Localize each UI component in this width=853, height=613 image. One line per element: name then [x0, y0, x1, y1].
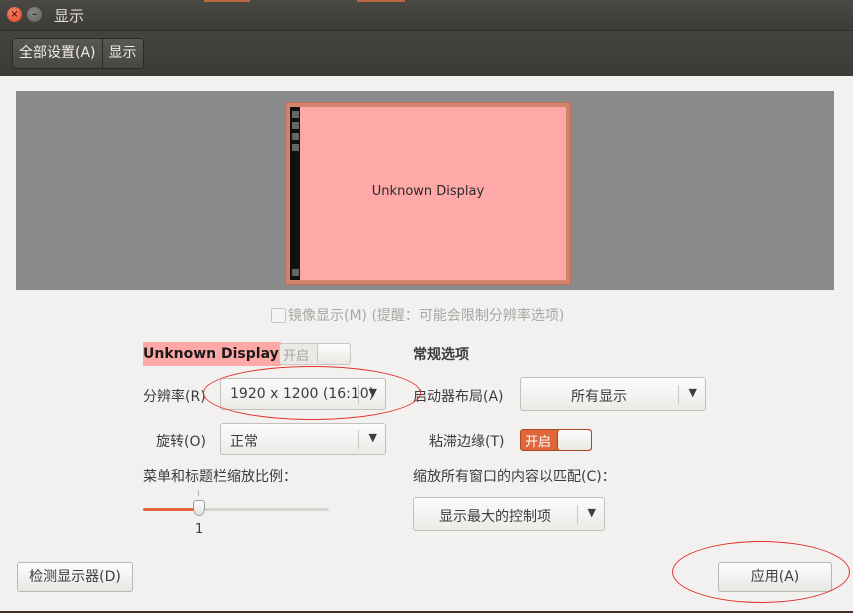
- display-arrangement-area: Unknown Display: [16, 91, 834, 290]
- scale-slider-handle[interactable]: [192, 500, 205, 516]
- launcher-placement-value: 所有显示: [571, 389, 627, 405]
- combo-separator: [358, 430, 359, 449]
- chevron-down-icon: ▼: [368, 386, 377, 399]
- display-settings-window: × – 显示 全部设置(A) 显示 Unknown Display 镜像显示(M…: [0, 0, 853, 613]
- switch-knob: [317, 344, 350, 364]
- titlebar-accent: [204, 0, 250, 2]
- window-title: 显示: [54, 7, 85, 25]
- scale-all-windows-value: 显示最大的控制项: [439, 509, 551, 525]
- display-power-switch-label: 开启: [283, 349, 310, 364]
- scale-slider[interactable]: [143, 508, 329, 511]
- resolution-value: 1920 x 1200 (16:10): [230, 386, 375, 402]
- launcher-placement-label: 启动器布局(A): [413, 389, 504, 405]
- resolution-label: 分辨率(R): [143, 389, 206, 405]
- launcher-icon: [292, 122, 299, 129]
- scale-slider-fill: [143, 508, 199, 511]
- launcher-icon: [292, 269, 299, 276]
- mirror-displays-option[interactable]: 镜像显示(M) (提醒：可能会限制分辨率选项): [271, 305, 564, 325]
- resolution-select[interactable]: 1920 x 1200 (16:10) ▼: [220, 378, 386, 410]
- mirror-checkbox[interactable]: [271, 307, 286, 323]
- breadcrumb-display[interactable]: 显示: [101, 39, 143, 68]
- detect-displays-button[interactable]: 检测显示器(D): [17, 562, 133, 592]
- breadcrumb: 全部设置(A) 显示: [12, 38, 144, 69]
- scale-label: 菜单和标题栏缩放比例：: [143, 469, 297, 485]
- chevron-down-icon: ▼: [688, 386, 697, 399]
- close-icon[interactable]: ×: [7, 7, 22, 22]
- rotation-label: 旋转(O): [156, 434, 206, 450]
- sticky-edges-switch-label: 开启: [525, 435, 552, 450]
- title-bar: × – 显示: [0, 0, 853, 31]
- rotation-select[interactable]: 正常 ▼: [220, 423, 386, 455]
- minimize-icon[interactable]: –: [27, 7, 42, 22]
- apply-button[interactable]: 应用(A): [718, 562, 832, 592]
- display-power-switch[interactable]: 开启: [279, 343, 351, 365]
- launcher-icon: [292, 133, 299, 140]
- switch-knob: [557, 430, 591, 450]
- sticky-edges-label: 粘滞边缘(T): [429, 434, 505, 450]
- scale-all-windows-label: 缩放所有窗口的内容以匹配(C)：: [413, 469, 616, 485]
- rotation-value: 正常: [230, 434, 258, 450]
- monitor-label: Unknown Display: [371, 184, 485, 199]
- combo-separator: [577, 505, 578, 524]
- launcher-placement-select[interactable]: 所有显示 ▼: [520, 377, 706, 411]
- launcher-icon: [292, 144, 299, 151]
- monitor-preview[interactable]: Unknown Display: [285, 102, 571, 285]
- breadcrumb-all-settings[interactable]: 全部设置(A): [13, 39, 102, 68]
- chevron-down-icon: ▼: [587, 506, 596, 519]
- chevron-down-icon: ▼: [368, 431, 377, 444]
- display-name: Unknown Display: [143, 342, 281, 366]
- sticky-edges-switch[interactable]: 开启: [520, 429, 592, 451]
- combo-separator: [678, 385, 679, 404]
- general-options-title: 常规选项: [413, 347, 469, 363]
- scale-all-windows-select[interactable]: 显示最大的控制项 ▼: [413, 497, 605, 531]
- launcher-icon: [292, 111, 299, 118]
- scale-value: 1: [195, 522, 204, 537]
- mirror-label: 镜像显示(M) (提醒：可能会限制分辨率选项): [288, 308, 565, 324]
- toolbar: 全部设置(A) 显示: [0, 31, 853, 76]
- combo-separator: [358, 385, 359, 404]
- slider-tick: [198, 490, 199, 496]
- titlebar-accent: [357, 0, 405, 2]
